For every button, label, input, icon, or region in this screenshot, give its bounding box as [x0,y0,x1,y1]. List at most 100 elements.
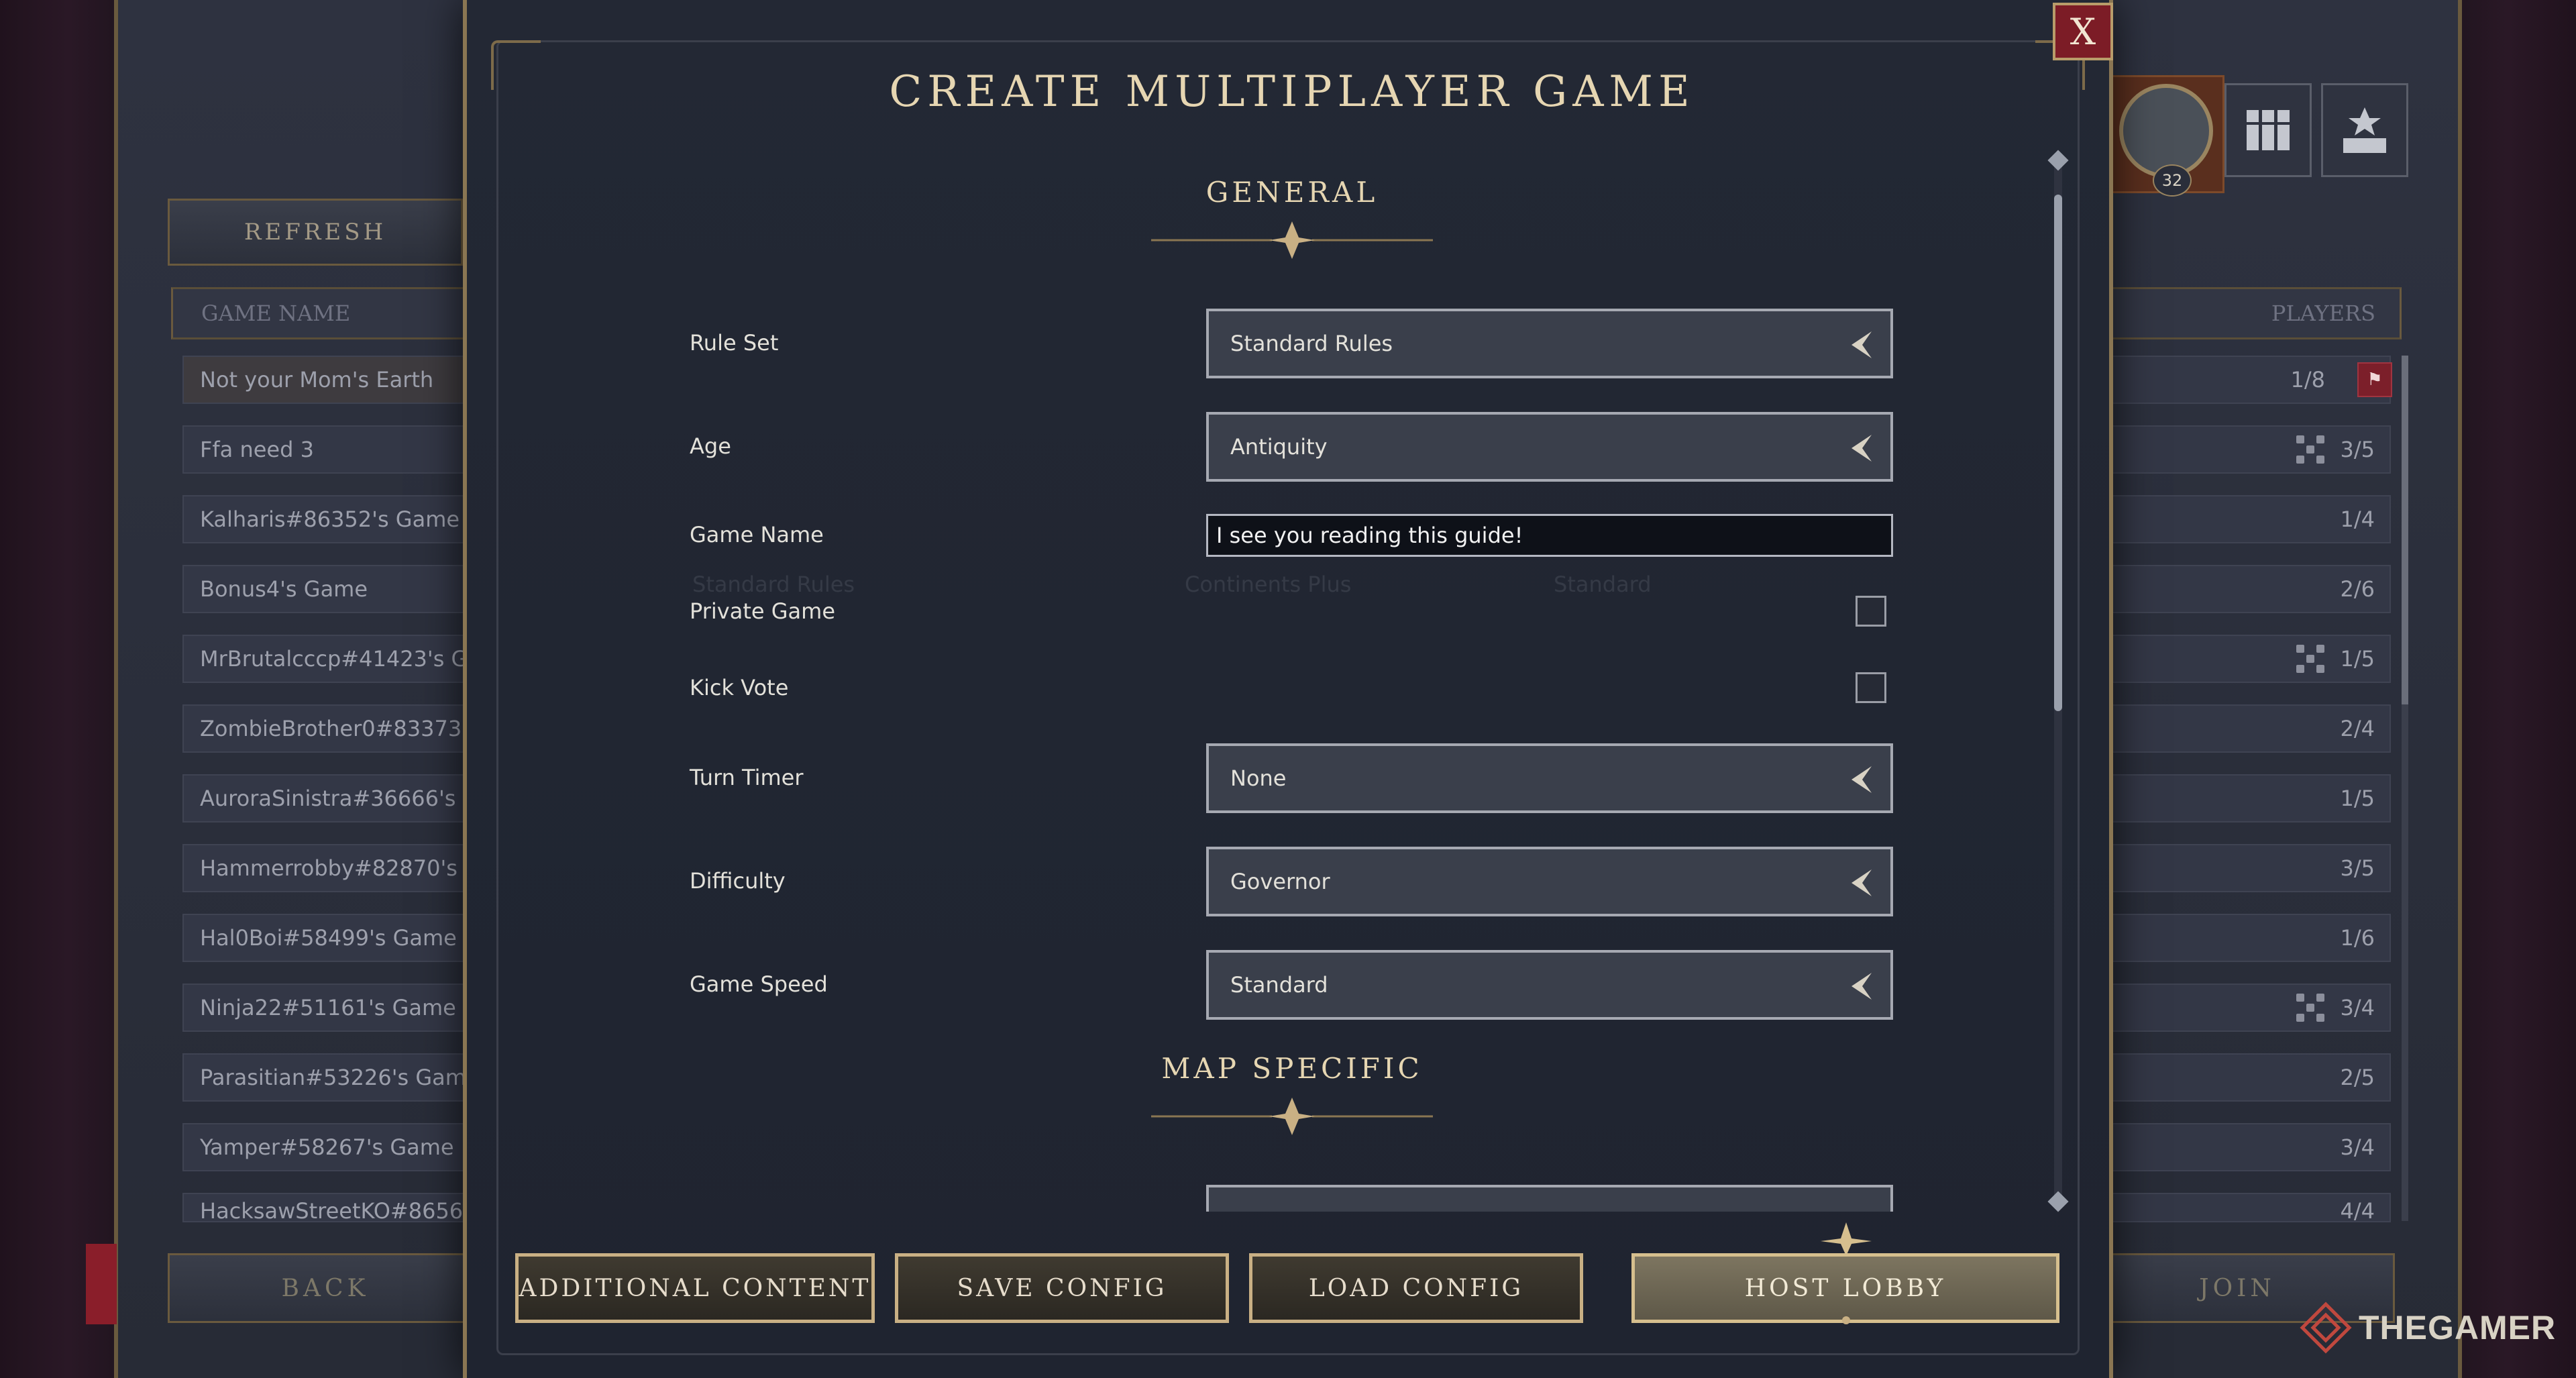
game-row-name[interactable]: Yamper#58267's Game [182,1123,464,1171]
game-row-name[interactable]: Ffa need 3 [182,425,464,474]
host-lobby-button[interactable]: HOST LOBBY [1631,1253,2059,1323]
column-header-game-name[interactable]: GAME NAME [171,287,466,339]
game-row-players[interactable]: 1/4 [2106,495,2391,543]
game-row-players[interactable]: 2/5 [2106,1053,2391,1102]
watermark: THEGAMER [2300,1302,2556,1354]
divider-ornament [1151,221,1433,259]
player-count: 1/6 [2340,925,2375,951]
game-row-name[interactable]: Ninja22#51161's Game [182,984,464,1032]
game-row-name[interactable]: ZombieBrother0#83373's Game [182,704,464,753]
scrollbar-thumb[interactable] [2054,195,2062,711]
game-row-players[interactable]: 3/5 [2106,844,2391,892]
save-config-button[interactable]: SAVE CONFIG [895,1253,1229,1323]
chevron-down-icon [1851,973,1872,1000]
difficulty-value: Governor [1230,869,1330,894]
mods-icon [2296,645,2324,673]
game-row-players[interactable]: 3/5 [2106,425,2391,474]
difficulty-label: Difficulty [690,868,786,894]
game-row-players[interactable]: 3/4 [2106,1123,2391,1171]
divider-ornament [1151,1098,1433,1135]
player-count: 2/4 [2340,716,2375,741]
ghost-text: Standard [1554,572,1652,597]
game-row-name[interactable]: Kalharis#86352's Game [182,495,464,543]
game-row-players[interactable]: 2/4 [2106,704,2391,753]
mods-icon [2296,994,2324,1022]
avatar-emblem [2119,84,2213,178]
game-row-players[interactable]: 1/8 [2106,356,2391,404]
refresh-button[interactable]: REFRESH [168,199,463,266]
map-type-dropdown[interactable] [1206,1185,1893,1212]
player-count: 1/5 [2340,646,2375,672]
rule-set-label: Rule Set [690,330,779,356]
create-game-dialog: CREATE MULTIPLAYER GAME GENERAL Standard… [463,0,2113,1378]
game-row-name[interactable]: Bonus4's Game [182,565,464,613]
background-right-edge [2462,0,2576,1378]
game-row-players[interactable]: 2/6 [2106,565,2391,613]
social-icon[interactable] [2224,83,2312,177]
game-row-players[interactable]: 1/6 [2106,914,2391,962]
rule-set-value: Standard Rules [1230,331,1393,356]
game-row-name[interactable]: Parasitian#53226's Game [182,1053,464,1102]
host-ornament [1821,1222,1872,1256]
close-button[interactable]: X [2053,3,2113,60]
mods-icon [2296,435,2324,464]
game-row-name[interactable]: HacksawStreetKO#86566's Game [182,1193,464,1222]
player-count: 1/5 [2340,786,2375,811]
game-row-players[interactable]: 1/5 [2106,774,2391,823]
dialog-title: CREATE MULTIPLAYER GAME [889,67,1695,117]
level-badge: 32 [2153,164,2192,197]
game-row-players[interactable]: 1/5 [2106,635,2391,683]
game-row-players[interactable]: 3/4 [2106,984,2391,1032]
watermark-logo-icon [2300,1302,2352,1354]
watermark-text: THEGAMER [2359,1309,2557,1346]
section-heading-map-specific: MAP SPECIFIC [1161,1052,1423,1085]
player-count: 2/6 [2340,576,2375,602]
game-row-name[interactable]: MrBrutalcccp#41423's Game [182,635,464,683]
game-name-label: Game Name [690,522,824,547]
ghost-text: Continents Plus [1185,572,1352,597]
turn-timer-label: Turn Timer [690,765,804,790]
age-value: Antiquity [1230,434,1328,460]
lobby-frame-left [114,0,118,1378]
chevron-down-icon [1851,766,1872,793]
turn-timer-value: None [1230,765,1287,791]
host-indicator-dot [1842,1316,1850,1324]
game-name-input[interactable]: I see you reading this guide! [1206,514,1893,557]
lobby-scrollbar[interactable] [2402,356,2408,1221]
ghost-text: Standard Rules [692,572,855,597]
load-config-button[interactable]: LOAD CONFIG [1249,1253,1583,1323]
section-heading-general: GENERAL [1205,176,1379,209]
game-speed-dropdown[interactable]: Standard [1206,950,1893,1020]
game-row-name[interactable]: Not your Mom's Earth [182,356,464,404]
private-game-label: Private Game [690,598,835,624]
difficulty-dropdown[interactable]: Governor [1206,847,1893,916]
game-row-name[interactable]: AuroraSinistra#36666's Game [182,774,464,823]
dialog-scrollbar[interactable] [2054,154,2062,1208]
age-dropdown[interactable]: Antiquity [1206,412,1893,482]
chevron-down-icon [1851,331,1872,358]
corner-badge [86,1244,117,1324]
rule-set-dropdown[interactable]: Standard Rules [1206,309,1893,378]
player-count: 3/5 [2340,855,2375,881]
game-row-name[interactable]: Hammerrobby#82870's Game [182,844,464,892]
column-header-players[interactable]: PLAYERS [2106,287,2402,339]
game-row-name[interactable]: Hal0Boi#58499's Game [182,914,464,962]
chevron-down-icon [1851,869,1872,896]
game-row-players[interactable]: 4/4 [2106,1193,2391,1224]
player-count: 3/4 [2340,1134,2375,1160]
game-speed-value: Standard [1230,972,1328,998]
lobby-frame-right [2458,0,2462,1378]
flag-icon: ⚑ [2357,362,2392,397]
kick-vote-checkbox[interactable] [1856,672,1886,703]
private-game-checkbox[interactable] [1856,596,1886,627]
additional-content-button[interactable]: ADDITIONAL CONTENT [515,1253,875,1323]
back-button[interactable]: BACK [168,1253,483,1323]
kick-vote-label: Kick Vote [690,675,789,700]
player-avatar[interactable]: 32 [2106,75,2224,197]
player-count: 1/4 [2340,507,2375,532]
chevron-down-icon [1851,435,1872,462]
turn-timer-dropdown[interactable]: None [1206,743,1893,813]
game-speed-label: Game Speed [690,971,828,997]
age-label: Age [690,433,731,459]
leaderboard-icon[interactable] [2321,83,2408,177]
